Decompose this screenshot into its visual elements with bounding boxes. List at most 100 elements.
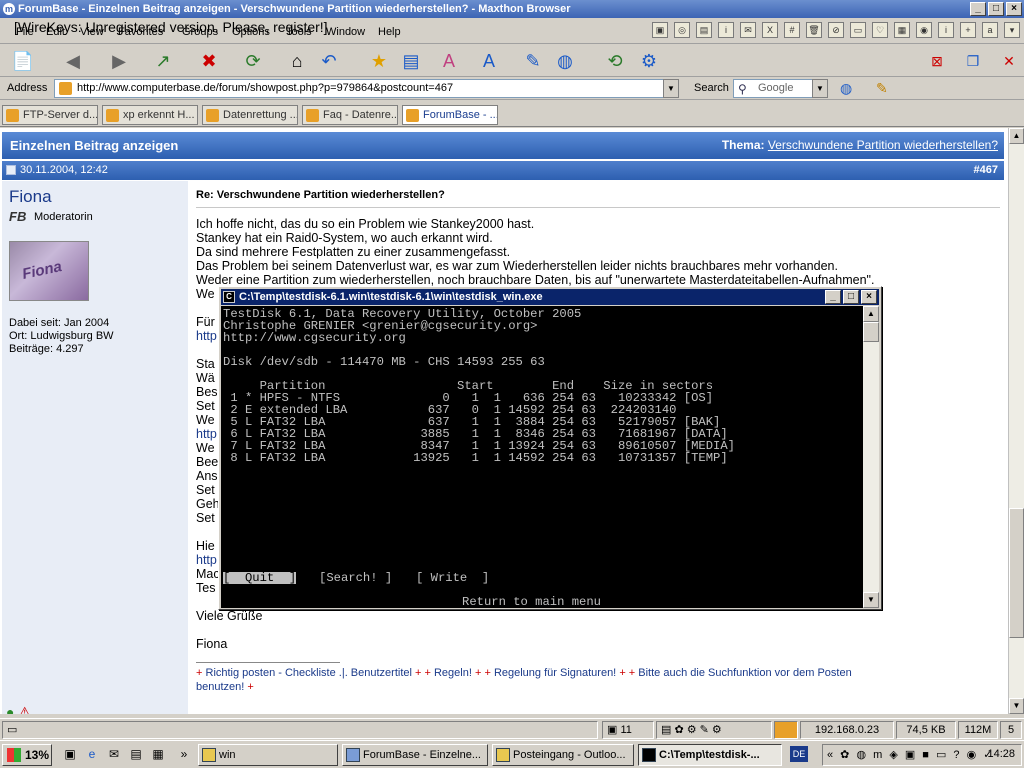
scroll-up-icon[interactable]: ▲: [1009, 128, 1024, 144]
favorites-star-icon[interactable]: ★: [366, 48, 392, 74]
sig-link-signaturen[interactable]: Regelung für Signaturen!: [494, 667, 616, 679]
ie-icon[interactable]: e: [84, 746, 100, 762]
stop-icon[interactable]: ✖: [196, 48, 222, 74]
undo-icon[interactable]: ↶: [316, 48, 342, 74]
outlook-icon[interactable]: ✉: [106, 746, 122, 762]
close-button[interactable]: ×: [1006, 2, 1022, 16]
plugin-icon[interactable]: ▾: [1004, 22, 1020, 38]
close-all-icon[interactable]: ✕: [996, 48, 1022, 74]
start-button[interactable]: 13%: [2, 744, 52, 766]
plugin-icon[interactable]: ◎: [674, 22, 690, 38]
close-tab-icon[interactable]: ⊠: [924, 48, 950, 74]
restore-tab-icon[interactable]: ❐: [960, 48, 986, 74]
chevron-icon[interactable]: »: [176, 746, 192, 762]
tab-xp-erkennt[interactable]: xp erkennt H...: [102, 105, 198, 125]
quicklaunch-icon[interactable]: ▦: [150, 746, 166, 762]
search-label: Search: [694, 82, 729, 94]
imdb-icon[interactable]: i: [718, 22, 734, 38]
close-x-icon[interactable]: X: [762, 22, 778, 38]
up-icon[interactable]: ↗: [150, 48, 176, 74]
task-win[interactable]: win: [198, 744, 338, 766]
menu-window[interactable]: Window: [326, 26, 365, 38]
quicklaunch-icon[interactable]: ▤: [128, 746, 144, 762]
post-link-fragment[interactable]: http: [196, 427, 217, 441]
quicklaunch-icon[interactable]: ▣: [62, 746, 78, 762]
thread-link[interactable]: Verschwundene Partition wiederherstellen…: [768, 138, 998, 152]
console-scroll-thumb[interactable]: [863, 322, 879, 342]
maximize-button[interactable]: □: [988, 2, 1004, 16]
post-link-fragment[interactable]: http: [196, 553, 217, 567]
plugin-icon[interactable]: ▤: [696, 22, 712, 38]
groups-icon[interactable]: ▤: [398, 48, 424, 74]
term-maximize-button[interactable]: □: [843, 290, 859, 304]
quit-menu-option[interactable]: [ Quit ]: [223, 572, 297, 584]
tab-forumbase[interactable]: ForumBase - ...: [402, 105, 498, 125]
post-link-fragment[interactable]: http: [196, 329, 217, 343]
report-icon[interactable]: ⚠: [18, 704, 31, 714]
tab-ftp-server[interactable]: FTP-Server d...: [2, 105, 98, 125]
grid-icon[interactable]: #: [784, 22, 800, 38]
tab-datenrettung[interactable]: Datenrettung ...: [202, 105, 298, 125]
highlight-icon[interactable]: ✎: [876, 80, 888, 97]
testdisk-window[interactable]: C C:\Temp\testdisk-6.1.win\testdisk-6.1\…: [218, 286, 882, 610]
text-size-icon[interactable]: A: [476, 48, 502, 74]
back-icon[interactable]: ◀: [60, 48, 86, 74]
console-scrollbar[interactable]: ▲ ▼: [863, 306, 879, 608]
go-globe-icon[interactable]: ◍: [840, 80, 852, 97]
sig-link-checkliste[interactable]: Richtig posten - Checkliste .|. Benutzer…: [206, 667, 412, 679]
popup-counter[interactable]: ▣ 11: [602, 721, 654, 739]
plugin-icon[interactable]: ▦: [894, 22, 910, 38]
search-menu-option[interactable]: [Search! ]: [319, 572, 392, 584]
sig-link-regeln[interactable]: Regeln!: [434, 667, 472, 679]
heart-icon[interactable]: ♡: [872, 22, 888, 38]
url-input[interactable]: http://www.computerbase.de/forum/showpos…: [54, 79, 664, 98]
new-page-icon[interactable]: 📄: [10, 48, 36, 74]
post-number-link[interactable]: #467: [974, 161, 998, 180]
console-scroll-down-icon[interactable]: ▼: [863, 592, 879, 608]
globe-icon[interactable]: ◍: [552, 48, 578, 74]
sig-text-benutzen[interactable]: benutzen!: [196, 681, 244, 693]
post-divider: [196, 207, 1000, 208]
url-dropdown-icon[interactable]: ▼: [663, 79, 679, 98]
font-icon[interactable]: A: [436, 48, 462, 74]
refresh-icon[interactable]: ⟳: [240, 48, 266, 74]
tools-icon[interactable]: ⚙: [636, 48, 662, 74]
trash-icon[interactable]: 🗑: [806, 22, 822, 38]
tray-icons[interactable]: « ✿ ◍ m ◈ ▣ ■ ▭ ? ◉ ✓: [827, 748, 994, 761]
task-forumbase[interactable]: ForumBase - Einzelne...: [342, 744, 488, 766]
scroll-thumb[interactable]: [1009, 508, 1024, 638]
task-outlook[interactable]: Posteingang - Outloo...: [492, 744, 634, 766]
plugin-icon[interactable]: ✉: [740, 22, 756, 38]
console-screen[interactable]: TestDisk 6.1, Data Recovery Utility, Oct…: [221, 306, 863, 608]
page-scrollbar[interactable]: ▲ ▼: [1008, 128, 1024, 714]
avatar: Fiona: [9, 241, 89, 301]
scroll-down-icon[interactable]: ▼: [1009, 698, 1024, 714]
console-scroll-up-icon[interactable]: ▲: [863, 306, 879, 322]
menu-help[interactable]: Help: [378, 26, 401, 38]
eye-icon[interactable]: ◉: [916, 22, 932, 38]
block-icon[interactable]: ⊘: [828, 22, 844, 38]
info-icon[interactable]: i: [938, 22, 954, 38]
forward-icon[interactable]: ▶: [106, 48, 132, 74]
language-indicator[interactable]: DE: [790, 746, 808, 762]
home-icon[interactable]: ⌂: [284, 48, 310, 74]
term-close-button[interactable]: ×: [861, 290, 877, 304]
plugin-icon[interactable]: +: [960, 22, 976, 38]
partition-row[interactable]: 8 L FAT32 LBA 13925 1 1 14592 254 63 107…: [223, 452, 727, 464]
testdisk-title-bar[interactable]: C C:\Temp\testdisk-6.1.win\testdisk-6.1\…: [221, 289, 879, 305]
username-link[interactable]: Fiona: [9, 187, 52, 207]
task-testdisk[interactable]: C:\Temp\testdisk-...: [638, 744, 782, 766]
tab-faq[interactable]: Faq - Datenre...: [302, 105, 398, 125]
sig-link-suchfunktion[interactable]: Bitte auch die Suchfunktion vor dem Post…: [638, 667, 851, 679]
plugin-icon[interactable]: ▭: [850, 22, 866, 38]
plugin-icon[interactable]: ▣: [652, 22, 668, 38]
term-minimize-button[interactable]: _: [825, 290, 841, 304]
sync-icon[interactable]: ⟲: [602, 48, 628, 74]
minimize-button[interactable]: _: [970, 2, 986, 16]
write-menu-option[interactable]: [ Write ]: [416, 572, 489, 584]
search-dropdown-icon[interactable]: ▼: [812, 79, 828, 98]
amazon-icon[interactable]: a: [982, 22, 998, 38]
security-icon[interactable]: [774, 721, 798, 739]
edit-icon[interactable]: ✎: [520, 48, 546, 74]
status-tools[interactable]: ▤ ✿ ⚙ ✎ ⚙: [656, 721, 772, 739]
